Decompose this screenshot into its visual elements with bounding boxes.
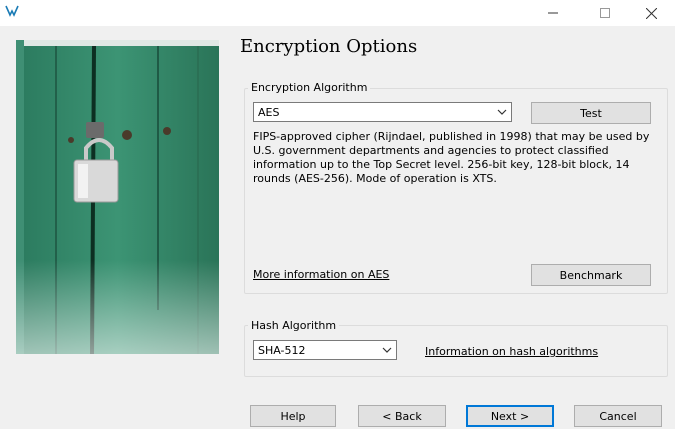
veracrypt-logo-icon — [5, 5, 19, 17]
benchmark-button[interactable]: Benchmark — [531, 264, 651, 286]
minimize-button[interactable] — [530, 0, 576, 26]
encryption-algorithm-select[interactable]: AES — [253, 102, 512, 122]
padlock-door-image — [16, 40, 219, 354]
back-button[interactable]: < Back — [358, 405, 446, 427]
page-title: Encryption Options — [240, 36, 418, 57]
close-icon — [645, 7, 657, 19]
hash-info-link[interactable]: Information on hash algorithms — [425, 345, 598, 358]
wizard-side-image — [16, 40, 219, 354]
hash-algorithm-value: SHA-512 — [258, 343, 306, 357]
chevron-down-icon — [497, 109, 507, 115]
more-info-aes-link[interactable]: More information on AES — [253, 268, 389, 281]
title-bar — [0, 0, 675, 26]
close-button[interactable] — [628, 0, 674, 26]
maximize-button[interactable] — [582, 0, 628, 26]
help-button[interactable]: Help — [250, 405, 336, 427]
algorithm-description: FIPS-approved cipher (Rijndael, publishe… — [253, 130, 650, 185]
test-button[interactable]: Test — [531, 102, 651, 124]
chevron-down-icon — [382, 347, 392, 353]
cancel-button[interactable]: Cancel — [574, 405, 662, 427]
next-button[interactable]: Next > — [466, 405, 554, 427]
encryption-algorithm-value: AES — [258, 105, 280, 119]
hash-algorithm-group-label: Hash Algorithm — [248, 319, 340, 332]
maximize-icon — [600, 8, 610, 18]
encryption-algorithm-group-label: Encryption Algorithm — [248, 81, 371, 94]
hash-algorithm-select[interactable]: SHA-512 — [253, 340, 397, 360]
minimize-icon — [548, 12, 558, 14]
